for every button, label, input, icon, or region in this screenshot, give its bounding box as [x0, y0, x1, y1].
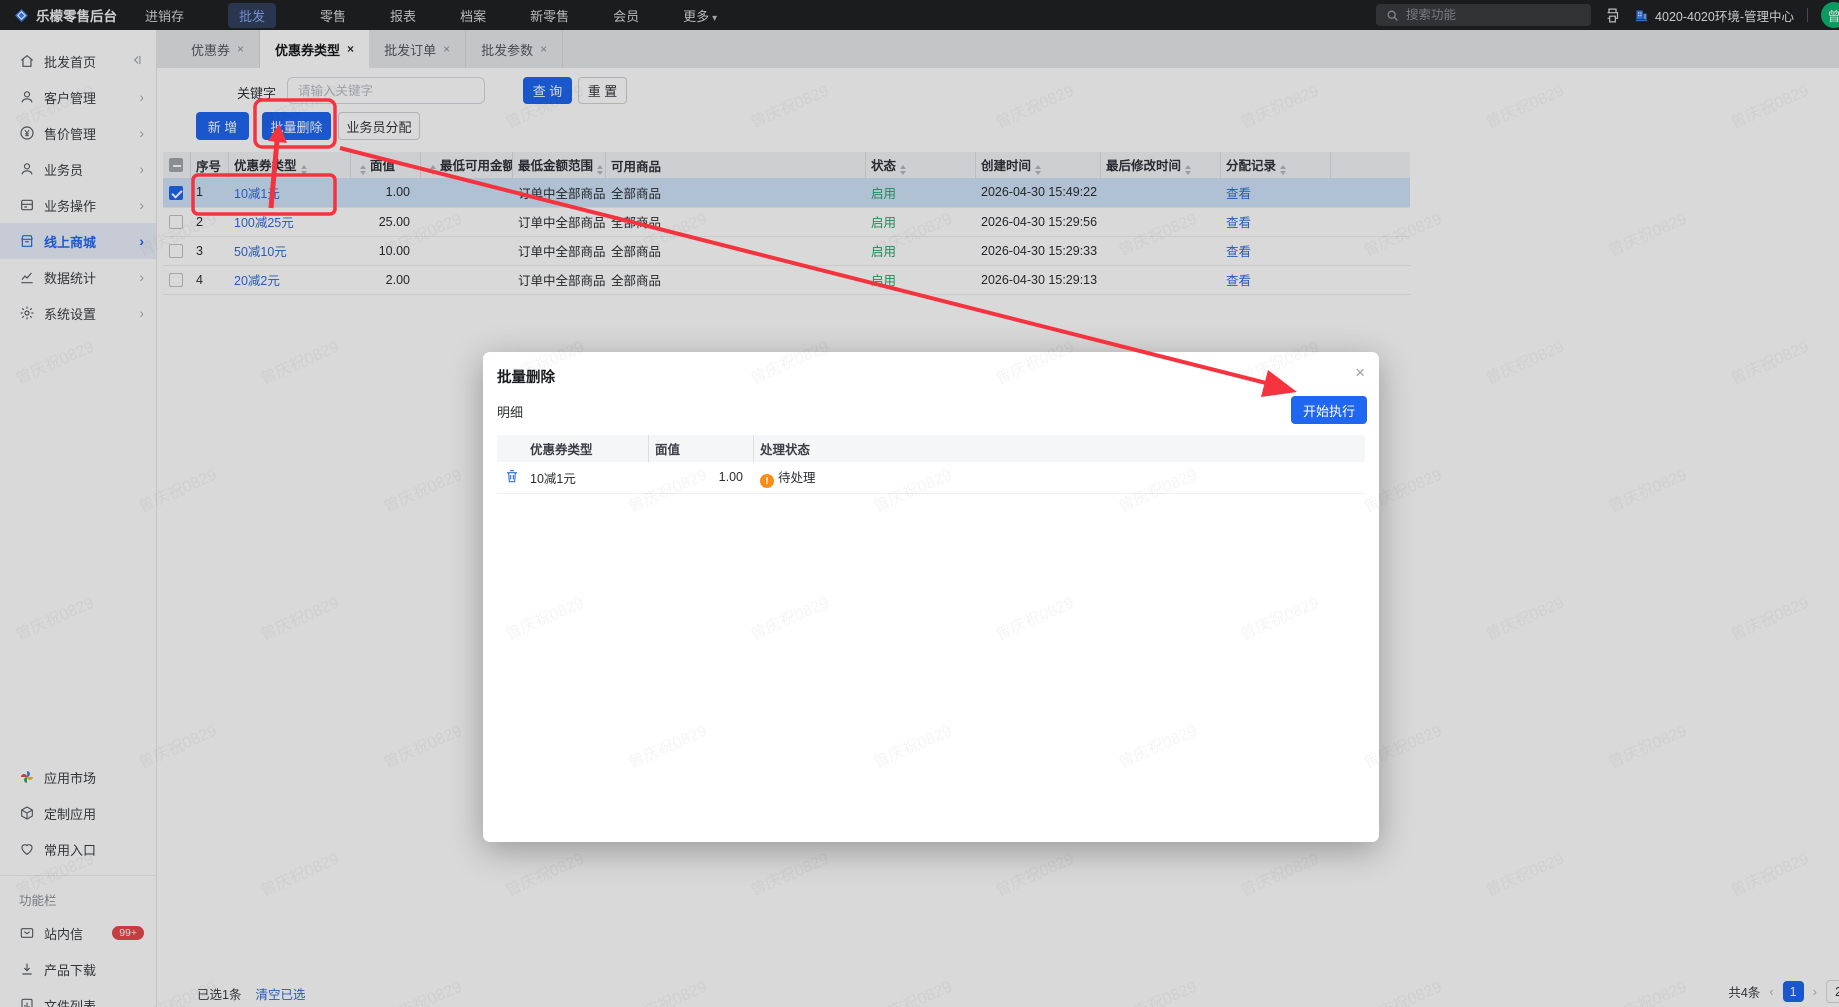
batch-delete-modal: 批量删除 × 明细 开始执行 优惠券类型 面值 处理状态 10减1元 1.00 …	[483, 352, 1379, 842]
process-status: 待处理	[778, 470, 816, 485]
start-execute-button[interactable]: 开始执行	[1291, 396, 1367, 424]
modal-detail-row: 10减1元 1.00 ! 待处理	[497, 462, 1365, 494]
close-icon[interactable]: ×	[1355, 364, 1365, 381]
modal-section-label: 明细	[497, 405, 524, 420]
pending-icon: !	[760, 474, 774, 488]
app-screen: 乐檬零售后台 进销存 批发 零售 报表 档案 新零售 会员 更多▾ 4020-4…	[0, 0, 1839, 1007]
modal-col-value: 面值	[648, 435, 753, 462]
modal-detail-table: 优惠券类型 面值 处理状态 10减1元 1.00 ! 待处理	[497, 435, 1365, 494]
modal-header-row: 优惠券类型 面值 处理状态	[497, 435, 1365, 462]
modal-col-type: 优惠券类型	[523, 435, 648, 462]
delete-icon[interactable]	[504, 468, 520, 484]
modal-title: 批量删除	[497, 370, 555, 386]
modal-col-status: 处理状态	[753, 435, 1365, 462]
